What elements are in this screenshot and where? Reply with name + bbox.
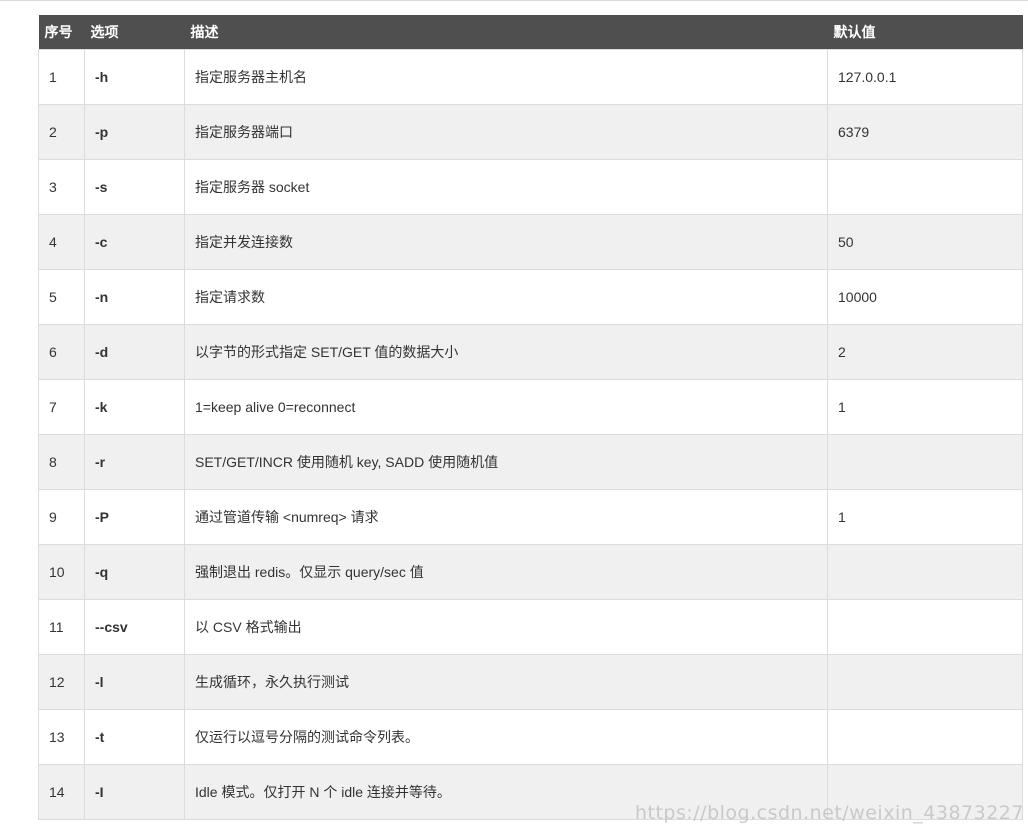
row-description-cell: 生成循环，永久执行测试 [184, 654, 828, 710]
row-index-cell: 1 [38, 49, 85, 105]
row-index-cell: 2 [38, 104, 85, 160]
row-option-cell: -d [84, 324, 185, 380]
row-option-cell: -l [84, 654, 185, 710]
row-description-cell: 通过管道传输 <numreq> 请求 [184, 489, 828, 545]
table-row: 6 -d 以字节的形式指定 SET/GET 值的数据大小 2 [38, 324, 1023, 380]
row-index-cell: 3 [38, 159, 85, 215]
row-index-cell: 13 [38, 709, 85, 765]
row-index-cell: 14 [38, 764, 85, 820]
row-description-cell: 指定并发连接数 [184, 214, 828, 270]
row-default-cell: 127.0.0.1 [827, 49, 1023, 105]
header-description: 描述 [184, 15, 828, 50]
row-index-cell: 9 [38, 489, 85, 545]
header-index: 序号 [38, 15, 85, 50]
row-description-cell: 以 CSV 格式输出 [184, 599, 828, 655]
table-row: 10 -q 强制退出 redis。仅显示 query/sec 值 [38, 544, 1023, 600]
row-description-cell: 仅运行以逗号分隔的测试命令列表。 [184, 709, 828, 765]
row-description-cell: 指定服务器端口 [184, 104, 828, 160]
table-row: 12 -l 生成循环，永久执行测试 [38, 654, 1023, 710]
row-option-cell: -n [84, 269, 185, 325]
row-description-cell: SET/GET/INCR 使用随机 key, SADD 使用随机值 [184, 434, 828, 490]
table-row: 13 -t 仅运行以逗号分隔的测试命令列表。 [38, 709, 1023, 765]
row-index-cell: 11 [38, 599, 85, 655]
header-default: 默认值 [827, 15, 1023, 50]
header-row: 序号 选项 描述 默认值 [38, 15, 1023, 50]
row-default-cell: 6379 [827, 104, 1023, 160]
table-row: 1 -h 指定服务器主机名 127.0.0.1 [38, 49, 1023, 105]
row-default-cell [827, 434, 1023, 490]
row-description-cell: 1=keep alive 0=reconnect [184, 379, 828, 435]
watermark: https://blog.csdn.net/weixin_43873227 [634, 802, 1024, 824]
table-body: 1 -h 指定服务器主机名 127.0.0.1 2 -p 指定服务器端口 6379 3 -s 指定服… [38, 49, 1023, 820]
row-default-cell [827, 544, 1023, 600]
row-option-cell: -I [84, 764, 185, 820]
row-index-cell: 8 [38, 434, 85, 490]
table-header: 序号 选项 描述 默认值 [38, 15, 1023, 50]
row-option-cell: -s [84, 159, 185, 215]
row-default-cell: 2 [827, 324, 1023, 380]
row-index-cell: 7 [38, 379, 85, 435]
row-option-cell: -h [84, 49, 185, 105]
header-option: 选项 [84, 15, 185, 50]
row-index-cell: 5 [38, 269, 85, 325]
row-option-cell: --csv [84, 599, 185, 655]
table-row: 4 -c 指定并发连接数 50 [38, 214, 1023, 270]
row-default-cell: 1 [827, 379, 1023, 435]
row-default-cell: 10000 [827, 269, 1023, 325]
row-index-cell: 4 [38, 214, 85, 270]
row-index-cell: 6 [38, 324, 85, 380]
row-default-cell: 1 [827, 489, 1023, 545]
table-row: 5 -n 指定请求数 10000 [38, 269, 1023, 325]
row-description-cell: 指定服务器 socket [184, 159, 828, 215]
table-row: 3 -s 指定服务器 socket [38, 159, 1023, 215]
row-default-cell [827, 159, 1023, 215]
row-description-cell: 强制退出 redis。仅显示 query/sec 值 [184, 544, 828, 600]
row-description-cell: 以字节的形式指定 SET/GET 值的数据大小 [184, 324, 828, 380]
row-option-cell: -r [84, 434, 185, 490]
row-index-cell: 12 [38, 654, 85, 710]
row-option-cell: -t [84, 709, 185, 765]
row-index-cell: 10 [38, 544, 85, 600]
row-default-cell [827, 654, 1023, 710]
row-default-cell [827, 599, 1023, 655]
table-row: 11 --csv 以 CSV 格式输出 [38, 599, 1023, 655]
row-default-cell [827, 709, 1023, 765]
table-row: 7 -k 1=keep alive 0=reconnect 1 [38, 379, 1023, 435]
row-option-cell: -p [84, 104, 185, 160]
row-description-cell: 指定请求数 [184, 269, 828, 325]
table-row: 8 -r SET/GET/INCR 使用随机 key, SADD 使用随机值 [38, 434, 1023, 490]
row-option-cell: -k [84, 379, 185, 435]
row-option-cell: -q [84, 544, 185, 600]
top-border [0, 0, 1028, 1]
row-description-cell: 指定服务器主机名 [184, 49, 828, 105]
row-default-cell: 50 [827, 214, 1023, 270]
row-option-cell: -c [84, 214, 185, 270]
table-row: 9 -P 通过管道传输 <numreq> 请求 1 [38, 489, 1023, 545]
table-row: 2 -p 指定服务器端口 6379 [38, 104, 1023, 160]
row-option-cell: -P [84, 489, 185, 545]
options-table: 序号 选项 描述 默认值 1 -h 指定服务器主机名 127.0.0.1 2 -p 指定服务… [38, 15, 1023, 820]
